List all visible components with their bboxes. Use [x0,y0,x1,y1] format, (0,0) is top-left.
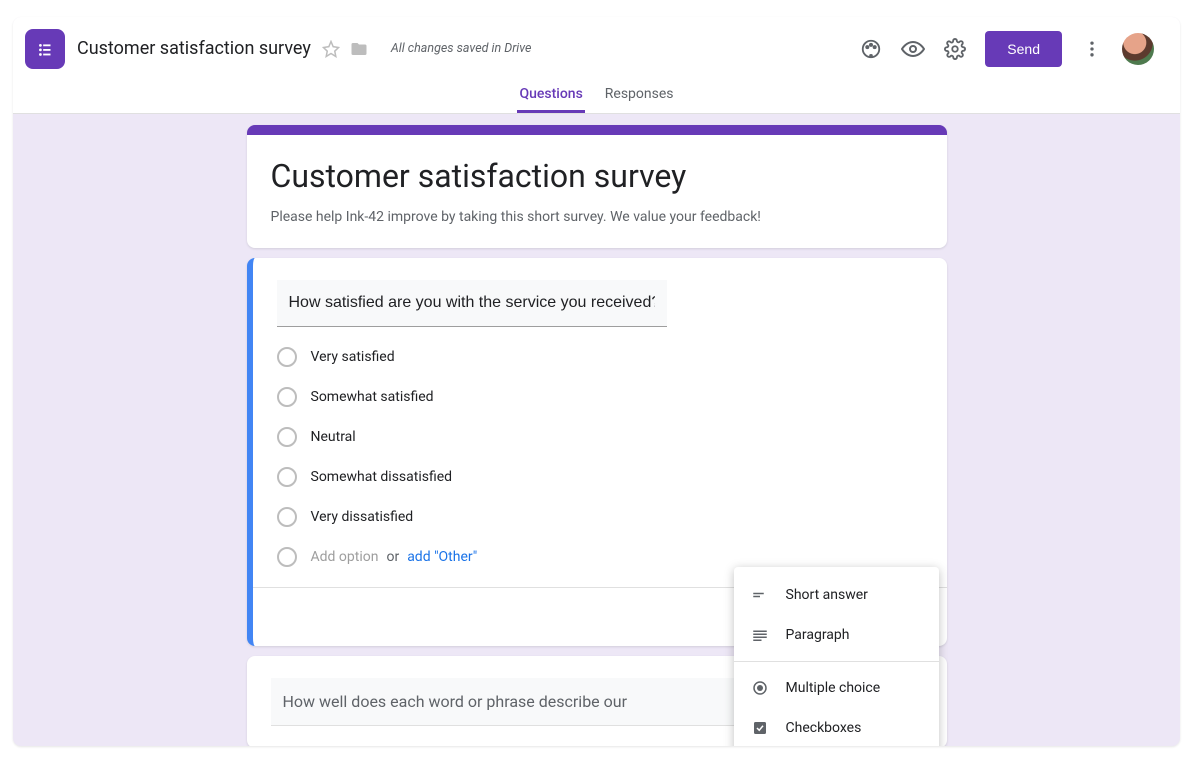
save-status: All changes saved in Drive [391,41,532,56]
forms-app-icon[interactable] [25,29,65,69]
paragraph-icon [750,625,770,645]
checkbox-icon [750,718,770,738]
preview-icon[interactable] [901,37,925,61]
question-title-input[interactable] [277,280,667,327]
menu-item-checkboxes[interactable]: Checkboxes [734,708,939,746]
question-type-menu: Short answer Paragraph Multiple choice [734,567,939,746]
add-other-link[interactable]: add "Other" [407,549,477,565]
or-label: or [386,549,399,565]
form-name[interactable]: Customer satisfaction survey [77,38,311,59]
option-row[interactable]: Very dissatisfied [277,507,923,527]
settings-icon[interactable] [943,37,967,61]
user-avatar[interactable] [1122,33,1154,65]
option-label[interactable]: Somewhat satisfied [311,389,434,405]
radio-icon [277,387,297,407]
more-icon[interactable] [1080,37,1104,61]
radio-button-icon [750,678,770,698]
option-label[interactable]: Somewhat dissatisfied [311,469,453,485]
add-option-row[interactable]: Add option or add "Other" [277,547,923,567]
star-icon[interactable] [321,39,341,59]
folder-icon[interactable] [349,39,369,59]
option-row[interactable]: Very satisfied [277,347,923,367]
question-card-preview[interactable]: How well does each word or phrase descri… [247,656,947,746]
menu-item-short-answer[interactable]: Short answer [734,575,939,615]
tab-questions[interactable]: Questions [517,80,584,113]
radio-icon [277,467,297,487]
app-header: Customer satisfaction survey All changes… [13,17,1180,114]
send-button[interactable]: Send [985,31,1062,67]
add-option-label[interactable]: Add option [311,549,379,565]
form-description[interactable]: Please help Ink-42 improve by taking thi… [271,207,923,228]
menu-item-paragraph[interactable]: Paragraph [734,615,939,655]
option-label[interactable]: Very dissatisfied [311,509,414,525]
theme-icon[interactable] [859,37,883,61]
form-header-card[interactable]: Customer satisfaction survey Please help… [247,125,947,248]
option-row[interactable]: Somewhat satisfied [277,387,923,407]
radio-icon [277,347,297,367]
menu-item-multiple-choice[interactable]: Multiple choice [734,668,939,708]
radio-icon [277,427,297,447]
radio-icon [277,547,297,567]
short-answer-icon [750,585,770,605]
form-canvas: Customer satisfaction survey Please help… [13,114,1180,746]
option-row[interactable]: Somewhat dissatisfied [277,467,923,487]
option-label[interactable]: Neutral [311,429,356,445]
form-title[interactable]: Customer satisfaction survey [271,157,923,195]
tab-responses[interactable]: Responses [603,80,676,113]
option-label[interactable]: Very satisfied [311,349,395,365]
radio-icon [277,507,297,527]
option-row[interactable]: Neutral [277,427,923,447]
